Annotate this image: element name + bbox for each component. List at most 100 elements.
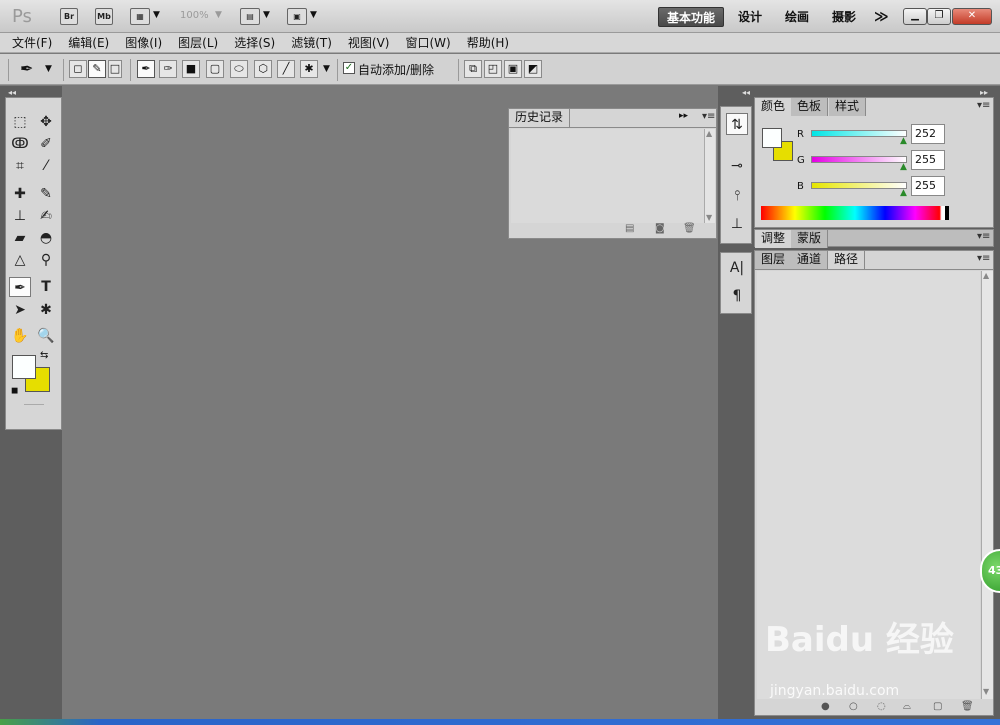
- history-scrollbar[interactable]: ▲ ▼: [704, 129, 715, 223]
- workspace-photography[interactable]: 摄影: [824, 7, 864, 27]
- collapse-icon[interactable]: ◂◂: [8, 88, 16, 97]
- fill-pixels-icon[interactable]: □: [108, 60, 122, 78]
- intersect-shape-icon[interactable]: ▣: [504, 60, 522, 78]
- menu-file[interactable]: 文件(F): [12, 34, 52, 51]
- history-panel-icon[interactable]: ⇅: [726, 113, 748, 135]
- scroll-up-icon[interactable]: ▲: [706, 129, 712, 138]
- screen-mode-button[interactable]: ▣: [287, 8, 307, 25]
- chevron-down-icon[interactable]: ▼: [310, 10, 317, 20]
- pen-tool-icon[interactable]: ✒: [137, 60, 155, 78]
- marquee-tool-icon[interactable]: ⬚: [9, 112, 31, 132]
- blur-tool-icon[interactable]: △: [9, 250, 31, 270]
- workspace-painting[interactable]: 绘画: [777, 7, 817, 27]
- rectangle-tool-icon[interactable]: ■: [182, 60, 200, 78]
- collapse-icon[interactable]: ▸▸: [980, 88, 988, 97]
- new-snapshot-icon[interactable]: ◙: [655, 223, 665, 234]
- trash-icon[interactable]: 🗑: [961, 701, 974, 712]
- trash-icon[interactable]: 🗑: [683, 223, 696, 234]
- more-workspaces-icon[interactable]: ≫: [866, 7, 897, 27]
- load-selection-icon[interactable]: ◌: [877, 701, 886, 712]
- panel-menu-icon[interactable]: ▾≡: [977, 100, 990, 111]
- panel-menu-icon[interactable]: ▾≡: [977, 231, 990, 242]
- custom-shape-icon[interactable]: ✱: [300, 60, 318, 78]
- rounded-rectangle-icon[interactable]: ▢: [206, 60, 224, 78]
- zoom-chevron-icon[interactable]: ▼: [215, 10, 222, 20]
- scroll-up-icon[interactable]: ▲: [983, 271, 989, 280]
- ellipse-tool-icon[interactable]: ⬭: [230, 60, 248, 78]
- type-tool-icon[interactable]: T: [35, 277, 57, 297]
- scroll-down-icon[interactable]: ▼: [706, 213, 712, 222]
- chevron-down-icon[interactable]: ▼: [153, 10, 160, 20]
- quick-select-icon[interactable]: ✐: [35, 134, 57, 154]
- tab-channels[interactable]: 通道: [791, 251, 829, 269]
- tab-swatches[interactable]: 色板: [791, 98, 829, 116]
- auto-add-delete-checkbox[interactable]: ✓: [343, 62, 355, 74]
- menu-window[interactable]: 窗口(W): [405, 34, 450, 51]
- pen-tool-icon[interactable]: ✒: [9, 277, 31, 297]
- tab-color[interactable]: 颜色: [755, 98, 793, 116]
- menu-image[interactable]: 图像(I): [125, 34, 162, 51]
- line-tool-icon[interactable]: ╱: [277, 60, 295, 78]
- arrange-documents-button[interactable]: ▤: [240, 8, 260, 25]
- brush-tool-icon[interactable]: ✎: [35, 184, 57, 204]
- path-select-icon[interactable]: ➤: [9, 300, 31, 320]
- menu-select[interactable]: 选择(S): [234, 34, 275, 51]
- shape-layers-icon[interactable]: ◻: [69, 60, 87, 78]
- paint-bucket-icon[interactable]: ◓: [35, 228, 57, 248]
- lasso-tool-icon[interactable]: ↂ: [9, 134, 31, 154]
- actions-panel-icon[interactable]: ⊸: [726, 155, 748, 177]
- workspace-design[interactable]: 设计: [730, 7, 770, 27]
- slider-thumb-icon[interactable]: ▲: [900, 188, 907, 198]
- panel-menu-icon[interactable]: ▾≡: [702, 111, 715, 122]
- tab-adjustments[interactable]: 调整: [755, 230, 793, 248]
- minimize-button[interactable]: ▁: [903, 8, 927, 25]
- expand-panel-icon[interactable]: ▸▸: [679, 111, 688, 121]
- view-extras-button[interactable]: ▦: [130, 8, 150, 25]
- polygon-tool-icon[interactable]: ⬡: [254, 60, 272, 78]
- move-tool-icon[interactable]: ✥: [35, 112, 57, 132]
- scroll-down-icon[interactable]: ▼: [983, 687, 989, 696]
- tool-presets-icon[interactable]: ⫯: [726, 185, 748, 207]
- custom-shape-tool-icon[interactable]: ✱: [35, 300, 57, 320]
- clone-stamp-icon[interactable]: ⊥: [9, 206, 31, 226]
- workspace-essentials[interactable]: 基本功能: [658, 7, 725, 27]
- freeform-pen-icon[interactable]: ✑: [159, 60, 177, 78]
- tab-masks[interactable]: 蒙版: [791, 230, 829, 248]
- menu-filter[interactable]: 滤镜(T): [291, 34, 332, 51]
- pen-tool-preset-icon[interactable]: ✒: [20, 59, 33, 78]
- new-path-icon[interactable]: ▢: [933, 701, 942, 712]
- menu-edit[interactable]: 编辑(E): [68, 34, 109, 51]
- zoom-tool-icon[interactable]: 🔍: [35, 326, 57, 346]
- swap-colors-icon[interactable]: ⇆: [40, 350, 48, 361]
- blue-value-field[interactable]: 255: [911, 176, 945, 196]
- zoom-level[interactable]: 100%: [180, 10, 209, 21]
- bridge-button[interactable]: Br: [60, 8, 78, 25]
- tab-history[interactable]: 历史记录: [509, 109, 571, 127]
- foreground-color-chip[interactable]: [762, 128, 782, 148]
- slider-thumb-icon[interactable]: ▲: [900, 136, 907, 146]
- tab-styles[interactable]: 样式: [829, 98, 867, 116]
- green-slider[interactable]: [811, 156, 907, 163]
- exclude-overlap-icon[interactable]: ◩: [524, 60, 542, 78]
- clone-source-icon[interactable]: ⊥: [726, 213, 748, 235]
- chevron-down-icon[interactable]: ▼: [263, 10, 270, 20]
- character-panel-icon[interactable]: A|: [726, 257, 748, 279]
- menu-view[interactable]: 视图(V): [348, 34, 390, 51]
- green-value-field[interactable]: 255: [911, 150, 945, 170]
- fill-path-icon[interactable]: ●: [821, 701, 830, 712]
- healing-brush-icon[interactable]: ✚: [9, 184, 31, 204]
- paths-scrollbar[interactable]: ▲ ▼: [981, 271, 993, 699]
- foreground-color-swatch[interactable]: [12, 355, 36, 379]
- subtract-shape-icon[interactable]: ◰: [484, 60, 502, 78]
- dodge-tool-icon[interactable]: ⚲: [35, 250, 57, 270]
- default-colors-icon[interactable]: ◼: [11, 386, 18, 396]
- chevron-down-icon[interactable]: ▼: [45, 64, 52, 74]
- stroke-path-icon[interactable]: ○: [849, 701, 858, 712]
- red-slider[interactable]: [811, 130, 907, 137]
- eyedropper-icon[interactable]: ⁄: [35, 156, 57, 176]
- history-brush-icon[interactable]: ✍: [35, 206, 57, 226]
- hand-tool-icon[interactable]: ✋: [9, 326, 31, 346]
- red-value-field[interactable]: 252: [911, 124, 945, 144]
- color-spectrum-bar[interactable]: [761, 206, 949, 220]
- crop-tool-icon[interactable]: ⌗: [9, 156, 31, 176]
